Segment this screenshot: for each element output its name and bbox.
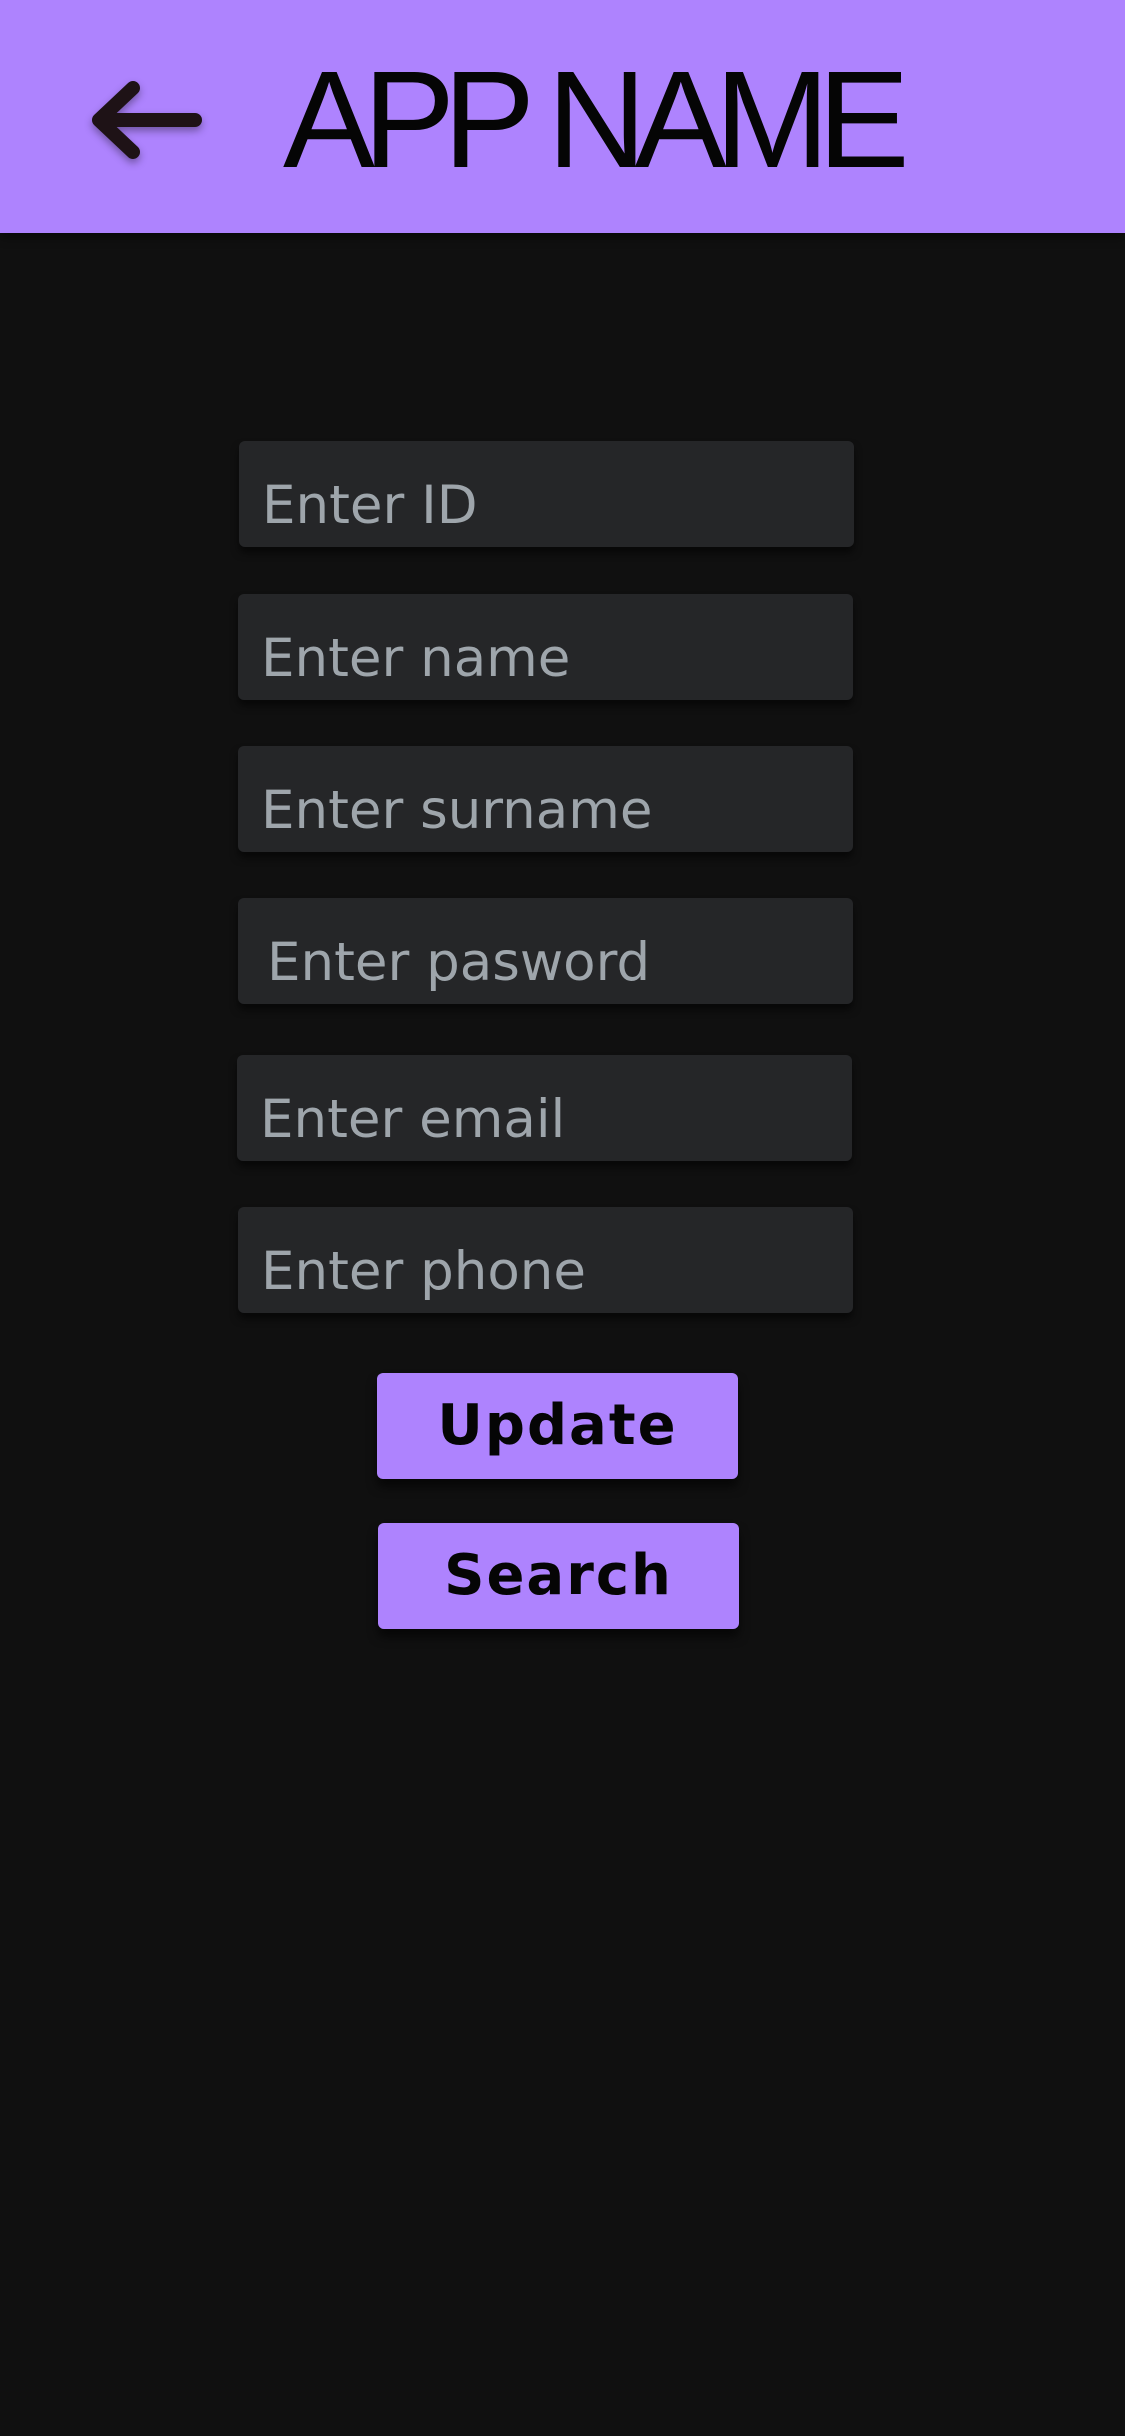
app-title: APP NAME [283, 43, 910, 197]
password-input[interactable] [238, 898, 853, 1004]
email-input[interactable] [237, 1055, 852, 1161]
id-input[interactable] [239, 441, 854, 547]
surname-input[interactable] [238, 746, 853, 852]
search-button[interactable]: Search [378, 1523, 739, 1629]
app-bar: APP NAME [0, 0, 1125, 233]
name-input[interactable] [238, 594, 853, 700]
back-button[interactable] [80, 70, 210, 170]
arrow-left-icon [92, 81, 202, 159]
update-button[interactable]: Update [377, 1373, 738, 1479]
phone-input[interactable] [238, 1207, 853, 1313]
